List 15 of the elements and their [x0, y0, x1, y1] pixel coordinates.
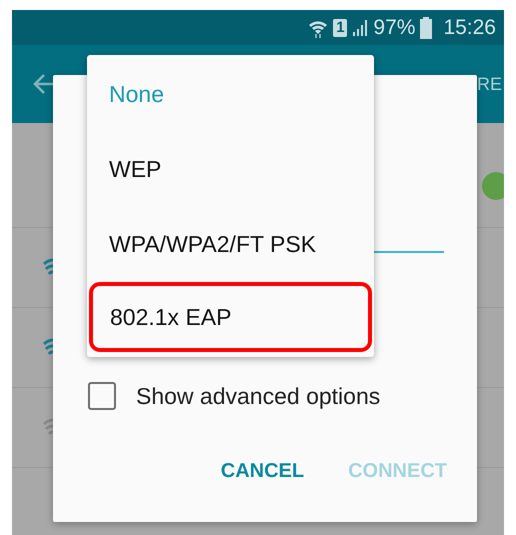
menu-item[interactable]: 802.1x EAP — [89, 282, 372, 352]
checkbox-label: Show advanced options — [136, 382, 380, 410]
battery-percentage: 97% — [373, 16, 416, 40]
menu-item[interactable]: WEP — [87, 132, 374, 207]
signal-icon — [352, 18, 368, 36]
cancel-button[interactable]: CANCEL — [220, 456, 304, 487]
battery-icon — [420, 16, 432, 38]
more-action[interactable]: RE — [476, 74, 502, 94]
clock-time: 15:26 — [443, 16, 496, 40]
field-underline — [374, 251, 444, 253]
checkbox[interactable] — [88, 382, 116, 410]
menu-item[interactable]: None — [87, 57, 374, 132]
wifi-switch[interactable] — [482, 172, 504, 200]
sim-icon: 1 — [333, 18, 348, 36]
menu-item[interactable]: WPA/WPA2/FT PSK — [87, 207, 374, 282]
